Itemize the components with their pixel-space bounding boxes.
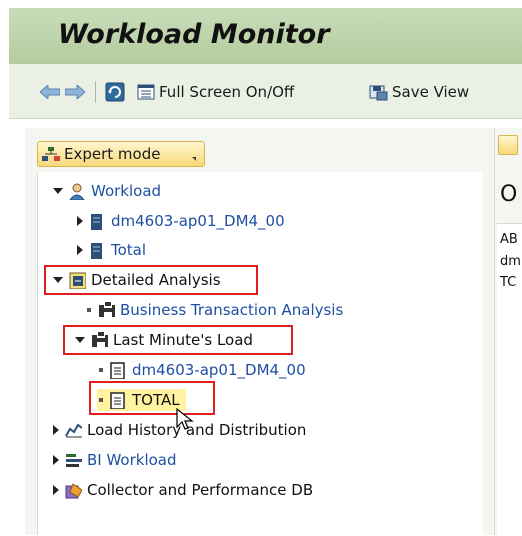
table-cell: dm — [500, 254, 521, 269]
content-title: O — [500, 182, 518, 207]
bi-icon — [66, 453, 82, 467]
save-view-label: Save View — [392, 83, 470, 101]
save-view-icon — [369, 85, 388, 101]
tree-node-lm-server[interactable]: dm4603-ap01_DM4_00 — [97, 359, 306, 381]
tree-node-business-transaction[interactable]: Business Transaction Analysis — [85, 299, 343, 321]
forward-arrow-icon[interactable] — [65, 81, 85, 103]
server-icon — [91, 242, 102, 259]
fullscreen-label: Full Screen On/Off — [159, 83, 295, 101]
tree-node-label: Workload — [91, 182, 162, 200]
collector-icon — [65, 482, 82, 498]
collapsed-icon — [53, 425, 59, 435]
tree-node-server[interactable]: dm4603-ap01_DM4_00 — [77, 210, 285, 232]
tree-node-label: Business Transaction Analysis — [120, 301, 344, 319]
tree-node-label: BI Workload — [87, 451, 177, 469]
transaction-icon — [99, 301, 115, 317]
hierarchy-icon — [42, 147, 60, 161]
table-cell: TC — [500, 275, 517, 290]
fullscreen-button[interactable]: Full Screen On/Off — [137, 81, 294, 103]
tree-node-collector[interactable]: Collector and Performance DB — [53, 479, 313, 501]
chart-icon — [65, 423, 82, 437]
highlight-box — [63, 325, 293, 355]
leaf-bullet — [87, 308, 91, 312]
back-arrow-icon[interactable] — [40, 81, 60, 103]
highlight-box — [89, 381, 215, 415]
tree-node-label: dm4603-ap01_DM4_00 — [111, 212, 285, 230]
tree-node-label: Collector and Performance DB — [87, 481, 314, 499]
fullscreen-icon — [137, 84, 155, 100]
tree-node-total[interactable]: Total — [77, 239, 146, 261]
collapsed-icon — [77, 216, 83, 226]
tree-node-workload[interactable]: Workload — [53, 180, 161, 202]
page-title: Workload Monitor — [58, 19, 330, 50]
content-toolbar-button[interactable] — [498, 135, 518, 155]
expert-mode-button[interactable]: Expert mode — [37, 141, 205, 167]
dropdown-caret-icon — [192, 157, 196, 161]
collapsed-icon — [77, 245, 83, 255]
collapsed-icon — [53, 485, 59, 495]
refresh-icon[interactable] — [105, 81, 125, 103]
toolbar-separator — [95, 81, 96, 103]
expanded-icon — [53, 188, 63, 194]
app-header: Workload Monitor — [9, 8, 522, 64]
server-icon — [91, 213, 102, 230]
tree-node-label: Load History and Distribution — [87, 421, 307, 439]
pane-splitter[interactable] — [483, 128, 494, 535]
collapsed-icon — [53, 455, 59, 465]
content-table — [497, 223, 522, 536]
leaf-bullet — [99, 368, 103, 372]
tree-node-label: Total — [111, 241, 147, 259]
toolbar: Full Screen On/Off Save View — [9, 64, 522, 119]
save-view-button[interactable]: Save View — [368, 81, 469, 103]
table-cell: AB — [500, 232, 518, 247]
tree-node-label: dm4603-ap01_DM4_00 — [132, 361, 306, 379]
expert-mode-label: Expert mode — [64, 145, 161, 163]
document-icon — [110, 361, 125, 379]
highlight-box — [44, 265, 258, 295]
users-icon — [69, 183, 85, 200]
mouse-cursor-icon — [176, 408, 194, 430]
tree-node-bi-workload[interactable]: BI Workload — [53, 449, 177, 471]
